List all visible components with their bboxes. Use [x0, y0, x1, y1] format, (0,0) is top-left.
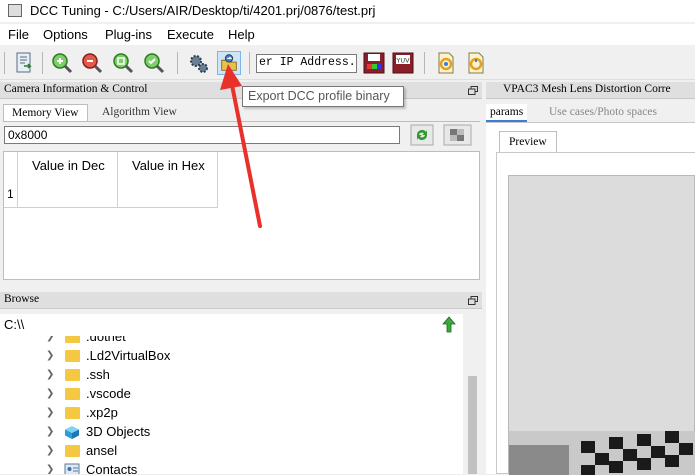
tree-item[interactable]: ❯ .Ld2VirtualBox — [0, 347, 463, 366]
tree-item[interactable]: ❯ .ssh — [0, 366, 463, 385]
refresh-green-icon[interactable] — [410, 124, 434, 146]
zoom-out-icon[interactable] — [80, 51, 104, 75]
menu-file[interactable]: File — [8, 27, 29, 42]
tree-item-label: .xp2p — [86, 405, 118, 420]
tree-item-label: Contacts — [86, 462, 138, 474]
camera-panel-title: Camera Information & Control — [4, 83, 148, 95]
row-index: 1 — [7, 187, 14, 201]
preview-image-area — [508, 175, 695, 475]
restore-panel-icon[interactable] — [468, 86, 478, 95]
export-file-icon[interactable] — [12, 51, 36, 75]
tree-item-label: .dotnet — [86, 336, 126, 344]
tree-item-label: .Ld2VirtualBox — [86, 348, 171, 363]
toolbar-separator — [424, 52, 425, 74]
folder-icon — [65, 336, 80, 343]
chevron-right-icon[interactable]: ❯ — [46, 445, 54, 456]
folder-icon — [65, 445, 80, 457]
title-bar: DCC Tuning - C:/Users/AIR/Desktop/ti/420… — [0, 0, 695, 22]
tree-item[interactable]: ❯ .vscode — [0, 385, 463, 404]
tab-params[interactable]: params — [486, 104, 528, 122]
tree-item-label: ansel — [86, 443, 118, 458]
menu-bar: File Options Plug-ins Execute Help — [0, 24, 695, 45]
zoom-check-icon[interactable] — [142, 51, 166, 75]
menu-help[interactable]: Help — [228, 27, 255, 42]
tab-preview[interactable]: Preview — [499, 131, 557, 153]
tree-item[interactable]: ❯ ansel — [0, 442, 463, 461]
restore-panel-icon[interactable] — [468, 296, 478, 305]
tab-algorithm-view[interactable]: Algorithm View — [94, 104, 185, 122]
zoom-in-icon[interactable] — [50, 51, 74, 75]
window-title: DCC Tuning - C:/Users/AIR/Desktop/ti/420… — [30, 3, 376, 18]
tree-item[interactable]: ❯ .dotnet — [0, 336, 463, 347]
menu-plugins[interactable]: Plug-ins — [105, 27, 152, 42]
tree-item[interactable]: ❯ .xp2p — [0, 404, 463, 423]
chevron-right-icon[interactable]: ❯ — [46, 464, 54, 474]
tree-item[interactable]: ❯ Contacts — [0, 461, 463, 474]
app-icon — [8, 4, 22, 17]
browse-path[interactable]: C:\\ — [0, 314, 463, 336]
tree-item-label: .ssh — [86, 367, 110, 382]
address-input[interactable]: 0x8000 — [4, 126, 400, 144]
up-arrow-icon[interactable] — [441, 316, 457, 333]
chevron-right-icon[interactable]: ❯ — [46, 369, 54, 380]
chevron-right-icon[interactable]: ❯ — [46, 388, 54, 399]
annotation-arrow — [220, 64, 262, 228]
zoom-fit-icon[interactable] — [111, 51, 135, 75]
save-floppy-icon[interactable] — [362, 51, 386, 75]
menu-execute[interactable]: Execute — [167, 27, 214, 42]
contacts-icon — [64, 463, 80, 474]
checkerboard-image — [509, 431, 695, 475]
yuv-save-icon[interactable]: YUV — [391, 51, 415, 75]
menu-options[interactable]: Options — [43, 27, 88, 42]
tree-item-label: 3D Objects — [86, 424, 151, 439]
page-refresh-icon-1[interactable] — [434, 51, 458, 75]
chevron-right-icon[interactable]: ❯ — [46, 407, 54, 418]
toolbar-separator — [177, 52, 178, 74]
toolbar-grip — [4, 52, 5, 74]
browse-panel-header: Browse — [0, 292, 482, 309]
chevron-right-icon[interactable]: ❯ — [46, 336, 54, 342]
page-refresh-icon-2[interactable] — [464, 51, 488, 75]
grid-toggle-icon[interactable] — [443, 124, 472, 146]
scrollbar-thumb[interactable] — [468, 376, 477, 474]
vertical-scrollbar[interactable] — [464, 314, 481, 474]
chevron-right-icon[interactable]: ❯ — [46, 426, 54, 437]
right-panel-header: VPAC3 Mesh Lens Distortion Corre — [486, 82, 695, 99]
column-header-dec[interactable]: Value in Dec — [18, 152, 118, 208]
folder-icon — [65, 388, 80, 400]
right-panel-title: VPAC3 Mesh Lens Distortion Corre — [503, 83, 671, 95]
folder-icon — [65, 350, 80, 362]
tab-use-cases[interactable]: Use cases/Photo spaces — [541, 104, 665, 122]
toolbar-separator — [42, 52, 43, 74]
folder-icon — [65, 407, 80, 419]
tab-memory-view[interactable]: Memory View — [3, 104, 88, 122]
tree-item[interactable]: ❯ 3D Objects — [0, 423, 463, 442]
column-header-hex[interactable]: Value in Hex — [118, 152, 218, 208]
folder-icon — [65, 369, 80, 381]
ip-address-input[interactable]: er IP Address... — [256, 54, 357, 73]
settings-gears-icon[interactable] — [186, 51, 210, 75]
file-tree: ❯ .dotnet ❯ .Ld2VirtualBox ❯ .ssh ❯ .vsc… — [0, 336, 463, 474]
browse-panel-title: Browse — [4, 293, 40, 305]
3d-objects-icon — [65, 426, 79, 439]
chevron-right-icon[interactable]: ❯ — [46, 350, 54, 361]
tree-item-label: .vscode — [86, 386, 131, 401]
svg-text:YUV: YUV — [395, 57, 410, 65]
